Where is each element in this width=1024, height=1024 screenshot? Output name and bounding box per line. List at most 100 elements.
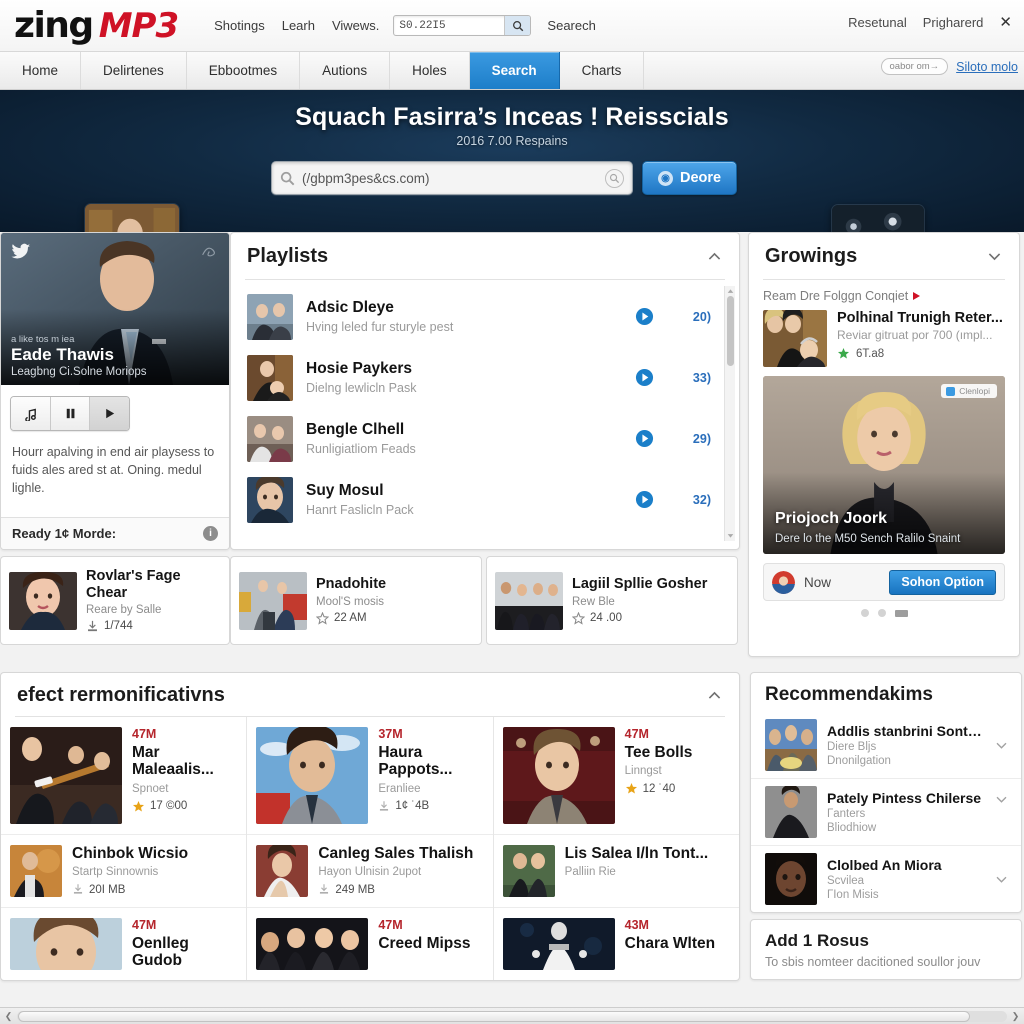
header-search-label[interactable]: Searech: [547, 18, 595, 33]
nav-tab-search[interactable]: Search: [469, 52, 560, 89]
recommendation-item[interactable]: Chinbok Wicsio Startp Sinnownis 20I MB: [1, 835, 247, 908]
recommendakims-title: Recommendakims: [765, 684, 933, 705]
recommendakim-item[interactable]: Pately Pintess Chilerse Гanters Bliodhio…: [751, 779, 1021, 846]
chevron-down-icon[interactable]: [994, 872, 1009, 887]
star-icon: [837, 347, 850, 359]
hero-search-input[interactable]: [295, 170, 605, 186]
show-option-button[interactable]: Sohon Option: [889, 569, 996, 595]
scroll-down-arrow-icon[interactable]: [727, 532, 734, 539]
hero-search-row: ◉ Deore: [271, 161, 738, 195]
horizontal-scroll-track[interactable]: [17, 1010, 1007, 1022]
nav-tab-charts[interactable]: Charts: [560, 52, 645, 89]
playlist-button[interactable]: [11, 397, 51, 430]
scroll-right-arrow-icon[interactable]: ❯: [1007, 1011, 1024, 1022]
playlist-thumbnail: [247, 476, 293, 523]
recommendakim-thumbnail: [765, 786, 817, 838]
hero-search-clear-icon[interactable]: [605, 168, 624, 188]
nav-tab-home[interactable]: Home: [0, 52, 82, 89]
recommendation-rating-value: 17 ©00: [150, 800, 188, 813]
play-circle-icon[interactable]: [635, 307, 654, 326]
avatar: [772, 570, 795, 594]
info-icon[interactable]: i: [203, 526, 218, 541]
play-circle-icon[interactable]: [635, 490, 654, 509]
playlists-panel: Playlists Adsic Dleye Hving leled fur st…: [230, 232, 740, 550]
header-search-button[interactable]: [504, 16, 531, 35]
header-link-prigharerd[interactable]: Prigharerd: [923, 15, 984, 30]
nav-side-link[interactable]: Siloto molo: [956, 60, 1018, 74]
nav-tab-holes[interactable]: Holes: [390, 52, 470, 89]
artist-pretitle: a like tos m iea: [11, 334, 75, 346]
horizontal-scroll-thumb[interactable]: [18, 1010, 970, 1022]
nav-tab-ebbootmes[interactable]: Ebbootmes: [187, 52, 301, 89]
header-link-resetunal[interactable]: Resetunal: [848, 15, 907, 30]
recommendation-item[interactable]: Lis Salea I/ln Tont... Palliin Rie: [493, 835, 739, 908]
growings-image: [763, 310, 827, 367]
chevron-up-icon[interactable]: [706, 248, 723, 265]
hero-thumbnail-right[interactable]: [831, 204, 925, 232]
recommendakim-sub1: Scvilea: [827, 875, 865, 887]
hero-search-field[interactable]: [271, 161, 633, 195]
recommendation-item[interactable]: 47M Mar Maleaalis... Spnoet 17 ©00: [1, 717, 247, 835]
chevron-down-icon[interactable]: [994, 792, 1009, 807]
recommendakim-item[interactable]: Addlis stanbrini Sonther... Diеre Blјs D…: [751, 712, 1021, 779]
growings-feature-card[interactable]: Clenlopi Priojoch Joork Dere lo the M50 …: [763, 376, 1005, 554]
nav-tab-autions[interactable]: Autions: [300, 52, 391, 89]
scroll-left-arrow-icon[interactable]: ❮: [0, 1011, 17, 1022]
feature-title: Priojoch Joork: [775, 510, 888, 527]
play-circle-icon[interactable]: [635, 368, 654, 387]
chevron-up-icon[interactable]: [706, 687, 723, 704]
hero-right-image: [832, 205, 924, 232]
header-link-shotings[interactable]: Shotings: [214, 18, 265, 33]
recommendation-subtitle: Spnoet: [132, 782, 169, 795]
playlist-count: 33): [692, 370, 711, 385]
recommendation-item[interactable]: 37M Haura Pappots... Eranliee 1¢ ˙4B: [247, 717, 493, 835]
add-panel[interactable]: Add 1 Rosus To sbis nomteer dacitioned s…: [750, 919, 1022, 980]
playlists-scrollbar[interactable]: [724, 286, 735, 541]
header-search-input[interactable]: [394, 19, 505, 32]
feature-badge[interactable]: Clenlopi: [941, 384, 997, 398]
header-search[interactable]: [393, 15, 532, 36]
recommendation-item[interactable]: 43M Chara Wlten: [494, 908, 739, 980]
play-circle-icon[interactable]: [635, 429, 654, 448]
nav-tab-delirtenes[interactable]: Delirtenes: [81, 52, 187, 89]
play-button[interactable]: [90, 397, 129, 430]
playlist-row[interactable]: Hosie Paykers Dielng lewlicln Pask 33): [231, 347, 739, 408]
recommendation-item[interactable]: Canleg Sales Thalish Hayon Ulnisin 2upot…: [247, 835, 493, 908]
now-playing-label: Now: [804, 574, 832, 590]
recommendation-item[interactable]: 47M Creed Mipss: [247, 908, 492, 980]
playlist-row[interactable]: Suy Mosul Hanrt Faslicln Pack 32): [231, 469, 739, 530]
recommendakim-item[interactable]: Clolbed An Miora Scvilea ГIon Misis: [751, 846, 1021, 912]
header-link-learh[interactable]: Learh: [282, 18, 315, 33]
recommendation-item[interactable]: 47M Tee Bolls Linngst 12 ˙40: [493, 717, 739, 835]
pause-button[interactable]: [50, 397, 91, 430]
hero-thumbnail-left[interactable]: [84, 203, 180, 232]
tile-card-2[interactable]: Lagiil Spllie Gosher Rew Ble 24 .00: [486, 556, 738, 645]
carousel-bar-indicator[interactable]: [894, 609, 908, 617]
tile-card-1[interactable]: Pnadohite Mool'S mosis 22 AM: [230, 556, 482, 645]
playlist-row[interactable]: Adsic Dleye Hving leled fur sturyle pest…: [231, 286, 739, 347]
recommendation-item[interactable]: 47M Oenlleg Gudob: [1, 908, 246, 980]
carousel-dot-1[interactable]: [860, 609, 869, 617]
play-triangle-icon[interactable]: [913, 292, 921, 300]
recommendakim-text: Clolbed An Miora Scvilea ГIon Misis: [827, 857, 984, 901]
chevron-down-icon[interactable]: [994, 738, 1009, 753]
tile-card-0[interactable]: Rovlar's Fage Chear Reare by Salle 1/744: [0, 556, 230, 645]
recommendakims-section: Recommendakims Addlis stanbrini Sonther.…: [750, 672, 1024, 980]
logo-text-primary: zing: [14, 5, 94, 46]
horizontal-scrollbar[interactable]: ❮ ❯: [0, 1007, 1024, 1024]
header-link-viwews[interactable]: Viwews.: [332, 18, 379, 33]
site-logo[interactable]: zing MP3: [14, 5, 179, 46]
header-links: Shotings Learh Viwews.: [214, 18, 379, 33]
carousel-dot-2[interactable]: [877, 609, 886, 617]
nav-pill-badge[interactable]: oabor om→: [880, 58, 949, 75]
close-icon[interactable]: ✕: [999, 13, 1012, 31]
scroll-up-arrow-icon[interactable]: [727, 288, 734, 295]
pause-icon: [66, 408, 74, 419]
playlists-scroll-thumb[interactable]: [727, 296, 734, 366]
hero-search-submit-button[interactable]: ◉ Deore: [642, 161, 738, 195]
artist-name: Eade Thawis: [11, 345, 114, 365]
growings-item[interactable]: Polhinal Trunigh Reter... Reviar gitruat…: [749, 303, 1019, 367]
playlist-row[interactable]: Bengle Clhell Runligiatliom Feads 29): [231, 408, 739, 469]
chevron-down-icon[interactable]: [986, 248, 1003, 265]
hero-button-label: Deore: [680, 170, 722, 186]
